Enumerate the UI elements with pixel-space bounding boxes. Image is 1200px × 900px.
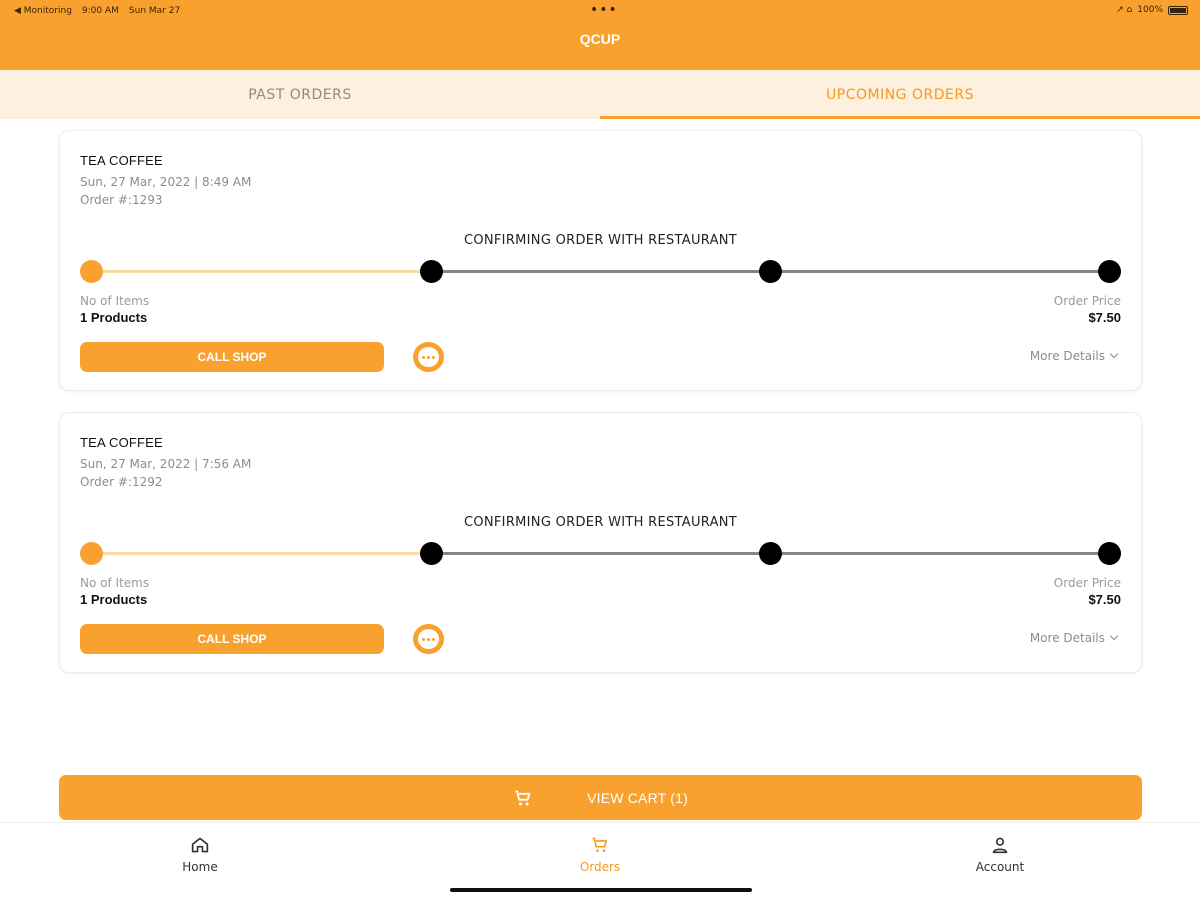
app-header: ◀ Monitoring 9:00 AM Sun Mar 27 ••• ↗ ⌂ … xyxy=(0,0,1200,70)
progress-step-pending xyxy=(420,542,443,565)
battery-percentage: 100% xyxy=(1137,5,1163,15)
status-bar: ◀ Monitoring 9:00 AM Sun Mar 27 ••• ↗ ⌂ … xyxy=(0,0,1200,22)
progress-step-pending xyxy=(420,260,443,283)
home-indicator[interactable] xyxy=(450,888,752,892)
nav-home-label: Home xyxy=(182,860,218,874)
order-date-time: Sun, 27 Mar, 2022 | 7:56 AM xyxy=(80,457,252,471)
progress-step-active xyxy=(80,542,103,565)
more-details-label: More Details xyxy=(1029,349,1105,363)
chat-bubble-icon xyxy=(418,347,439,367)
more-details-label: More Details xyxy=(1029,631,1105,645)
items-label: No of Items xyxy=(80,576,150,590)
chevron-down-icon xyxy=(1109,349,1119,359)
order-date-time: Sun, 27 Mar, 2022 | 8:49 AM xyxy=(80,175,252,189)
items-value: 1 Products xyxy=(80,310,148,325)
status-time: 9:00 AM xyxy=(81,6,119,16)
call-shop-button[interactable]: CALL SHOP xyxy=(80,342,384,372)
order-card: TEA COFFEE Sun, 27 Mar, 2022 | 7:56 AM O… xyxy=(59,412,1142,673)
order-progress-tracker xyxy=(80,542,1123,565)
order-number: Order #:1293 xyxy=(80,193,163,207)
progress-step-pending xyxy=(1098,542,1121,565)
order-tabs: PAST ORDERS UPCOMING ORDERS xyxy=(0,70,1200,119)
nav-home[interactable]: Home xyxy=(140,836,260,874)
price-label: Order Price xyxy=(1053,576,1121,590)
cart-icon xyxy=(592,837,608,853)
items-label: No of Items xyxy=(80,294,150,308)
chat-icon[interactable] xyxy=(413,624,444,654)
nav-orders[interactable]: Orders xyxy=(540,836,660,874)
home-icon xyxy=(191,837,209,853)
app-title: QCUP xyxy=(579,31,621,47)
price-value: $7.50 xyxy=(1088,592,1121,607)
view-cart-label: VIEW CART (1) xyxy=(587,789,688,806)
more-details-link[interactable]: More Details xyxy=(1029,349,1119,363)
nav-account-label: Account xyxy=(975,860,1025,874)
back-to-app[interactable]: ◀ Monitoring xyxy=(14,6,72,16)
progress-step-pending xyxy=(759,260,782,283)
status-left-info: ◀ Monitoring 9:00 AM Sun Mar 27 xyxy=(14,6,180,16)
battery-icon xyxy=(1168,5,1188,15)
tab-past-orders[interactable]: PAST ORDERS xyxy=(0,70,600,119)
order-progress-tracker xyxy=(80,260,1123,283)
call-shop-button[interactable]: CALL SHOP xyxy=(80,624,384,654)
order-card: TEA COFFEE Sun, 27 Mar, 2022 | 8:49 AM O… xyxy=(59,130,1142,391)
view-cart-button[interactable]: VIEW CART (1) xyxy=(59,775,1142,820)
completed-progress-line xyxy=(91,270,431,273)
status-right-info: ↗ ⌂ 100% xyxy=(1116,5,1188,15)
items-value: 1 Products xyxy=(80,592,148,607)
progress-step-active xyxy=(80,260,103,283)
order-status: CONFIRMING ORDER WITH RESTAURANT xyxy=(463,515,738,530)
progress-step-pending xyxy=(759,542,782,565)
completed-progress-line xyxy=(91,552,431,555)
shop-name: TEA COFFEE xyxy=(80,435,163,450)
account-icon xyxy=(992,837,1008,854)
shop-name: TEA COFFEE xyxy=(80,153,163,168)
price-value: $7.50 xyxy=(1088,310,1121,325)
chat-bubble-icon xyxy=(418,629,439,649)
nav-account[interactable]: Account xyxy=(940,836,1060,874)
nav-orders-label: Orders xyxy=(579,860,621,874)
order-number: Order #:1292 xyxy=(80,475,163,489)
more-details-link[interactable]: More Details xyxy=(1029,631,1119,645)
chat-icon[interactable] xyxy=(413,342,444,372)
cart-icon xyxy=(515,789,531,805)
chevron-down-icon xyxy=(1109,631,1119,641)
wifi-icon: ↗ ⌂ xyxy=(1116,5,1133,15)
price-label: Order Price xyxy=(1053,294,1121,308)
multitasking-dots[interactable]: ••• xyxy=(590,2,618,18)
order-status: CONFIRMING ORDER WITH RESTAURANT xyxy=(463,233,738,248)
tab-upcoming-orders[interactable]: UPCOMING ORDERS xyxy=(600,70,1200,119)
progress-step-pending xyxy=(1098,260,1121,283)
status-date: Sun Mar 27 xyxy=(128,6,181,16)
orders-screen: ◀ Monitoring 9:00 AM Sun Mar 27 ••• ↗ ⌂ … xyxy=(0,0,1200,900)
